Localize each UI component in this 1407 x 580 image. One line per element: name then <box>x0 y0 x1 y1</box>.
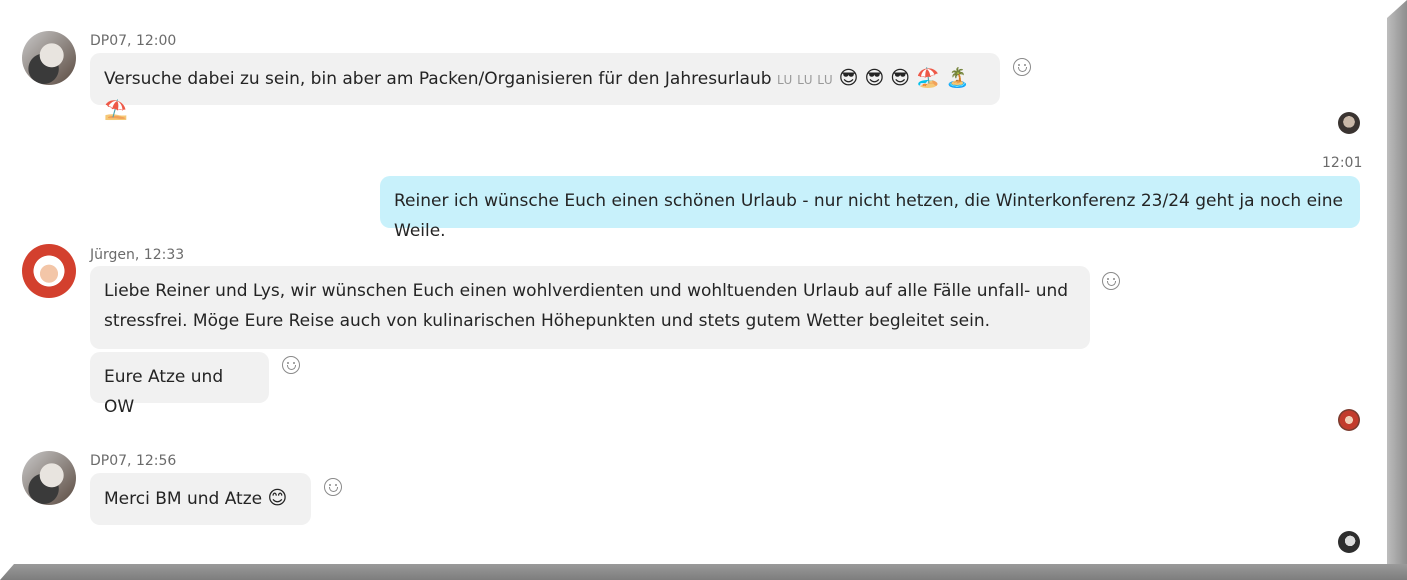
message-text: Eure Atze und OW <box>104 367 224 417</box>
reaction-smiley-icon[interactable] <box>282 356 300 374</box>
reaction-smiley-icon[interactable] <box>1102 272 1120 290</box>
message-meta: 12:01 <box>1322 155 1363 171</box>
message-bubble-outgoing[interactable]: Reiner ich wünsche Euch einen schönen Ur… <box>380 176 1360 241</box>
message-meta: DP07, 12:56 <box>90 453 177 469</box>
message-meta: DP07, 12:00 <box>90 33 177 49</box>
read-receipt-avatar <box>1338 112 1360 134</box>
message-meta: Jürgen, 12:33 <box>90 247 185 263</box>
frame-shadow-right <box>1387 0 1407 580</box>
chat-thread: DP07, 12:00 Versuche dabei zu sein, bin … <box>0 0 1380 564</box>
avatar-dp07[interactable] <box>22 31 76 85</box>
reaction-smiley-icon[interactable] <box>324 478 342 496</box>
message-small-text: LU LU LU <box>776 73 834 87</box>
reaction-smiley-icon[interactable] <box>1013 58 1031 76</box>
message-bubble[interactable]: Versuche dabei zu sein, bin aber am Pack… <box>90 53 1000 121</box>
smiling-face-emoji: 😊 <box>267 487 288 509</box>
avatar-dp07[interactable] <box>22 451 76 505</box>
message-text: Versuche dabei zu sein, bin aber am Pack… <box>104 69 772 89</box>
avatar-juergen[interactable] <box>22 244 76 298</box>
message-text: Merci BM und Atze <box>104 489 263 509</box>
read-receipt-avatar <box>1338 531 1360 553</box>
read-receipt-avatar <box>1338 409 1360 431</box>
frame-shadow-bottom <box>0 564 1407 580</box>
message-bubble[interactable]: Liebe Reiner und Lys, wir wünschen Euch … <box>90 266 1090 349</box>
message-text: Reiner ich wünsche Euch einen schönen Ur… <box>394 191 1344 241</box>
message-text: Liebe Reiner und Lys, wir wünschen Euch … <box>104 281 1069 331</box>
message-bubble[interactable]: Eure Atze und OW <box>90 352 269 417</box>
message-bubble[interactable]: Merci BM und Atze 😊 <box>90 473 311 525</box>
